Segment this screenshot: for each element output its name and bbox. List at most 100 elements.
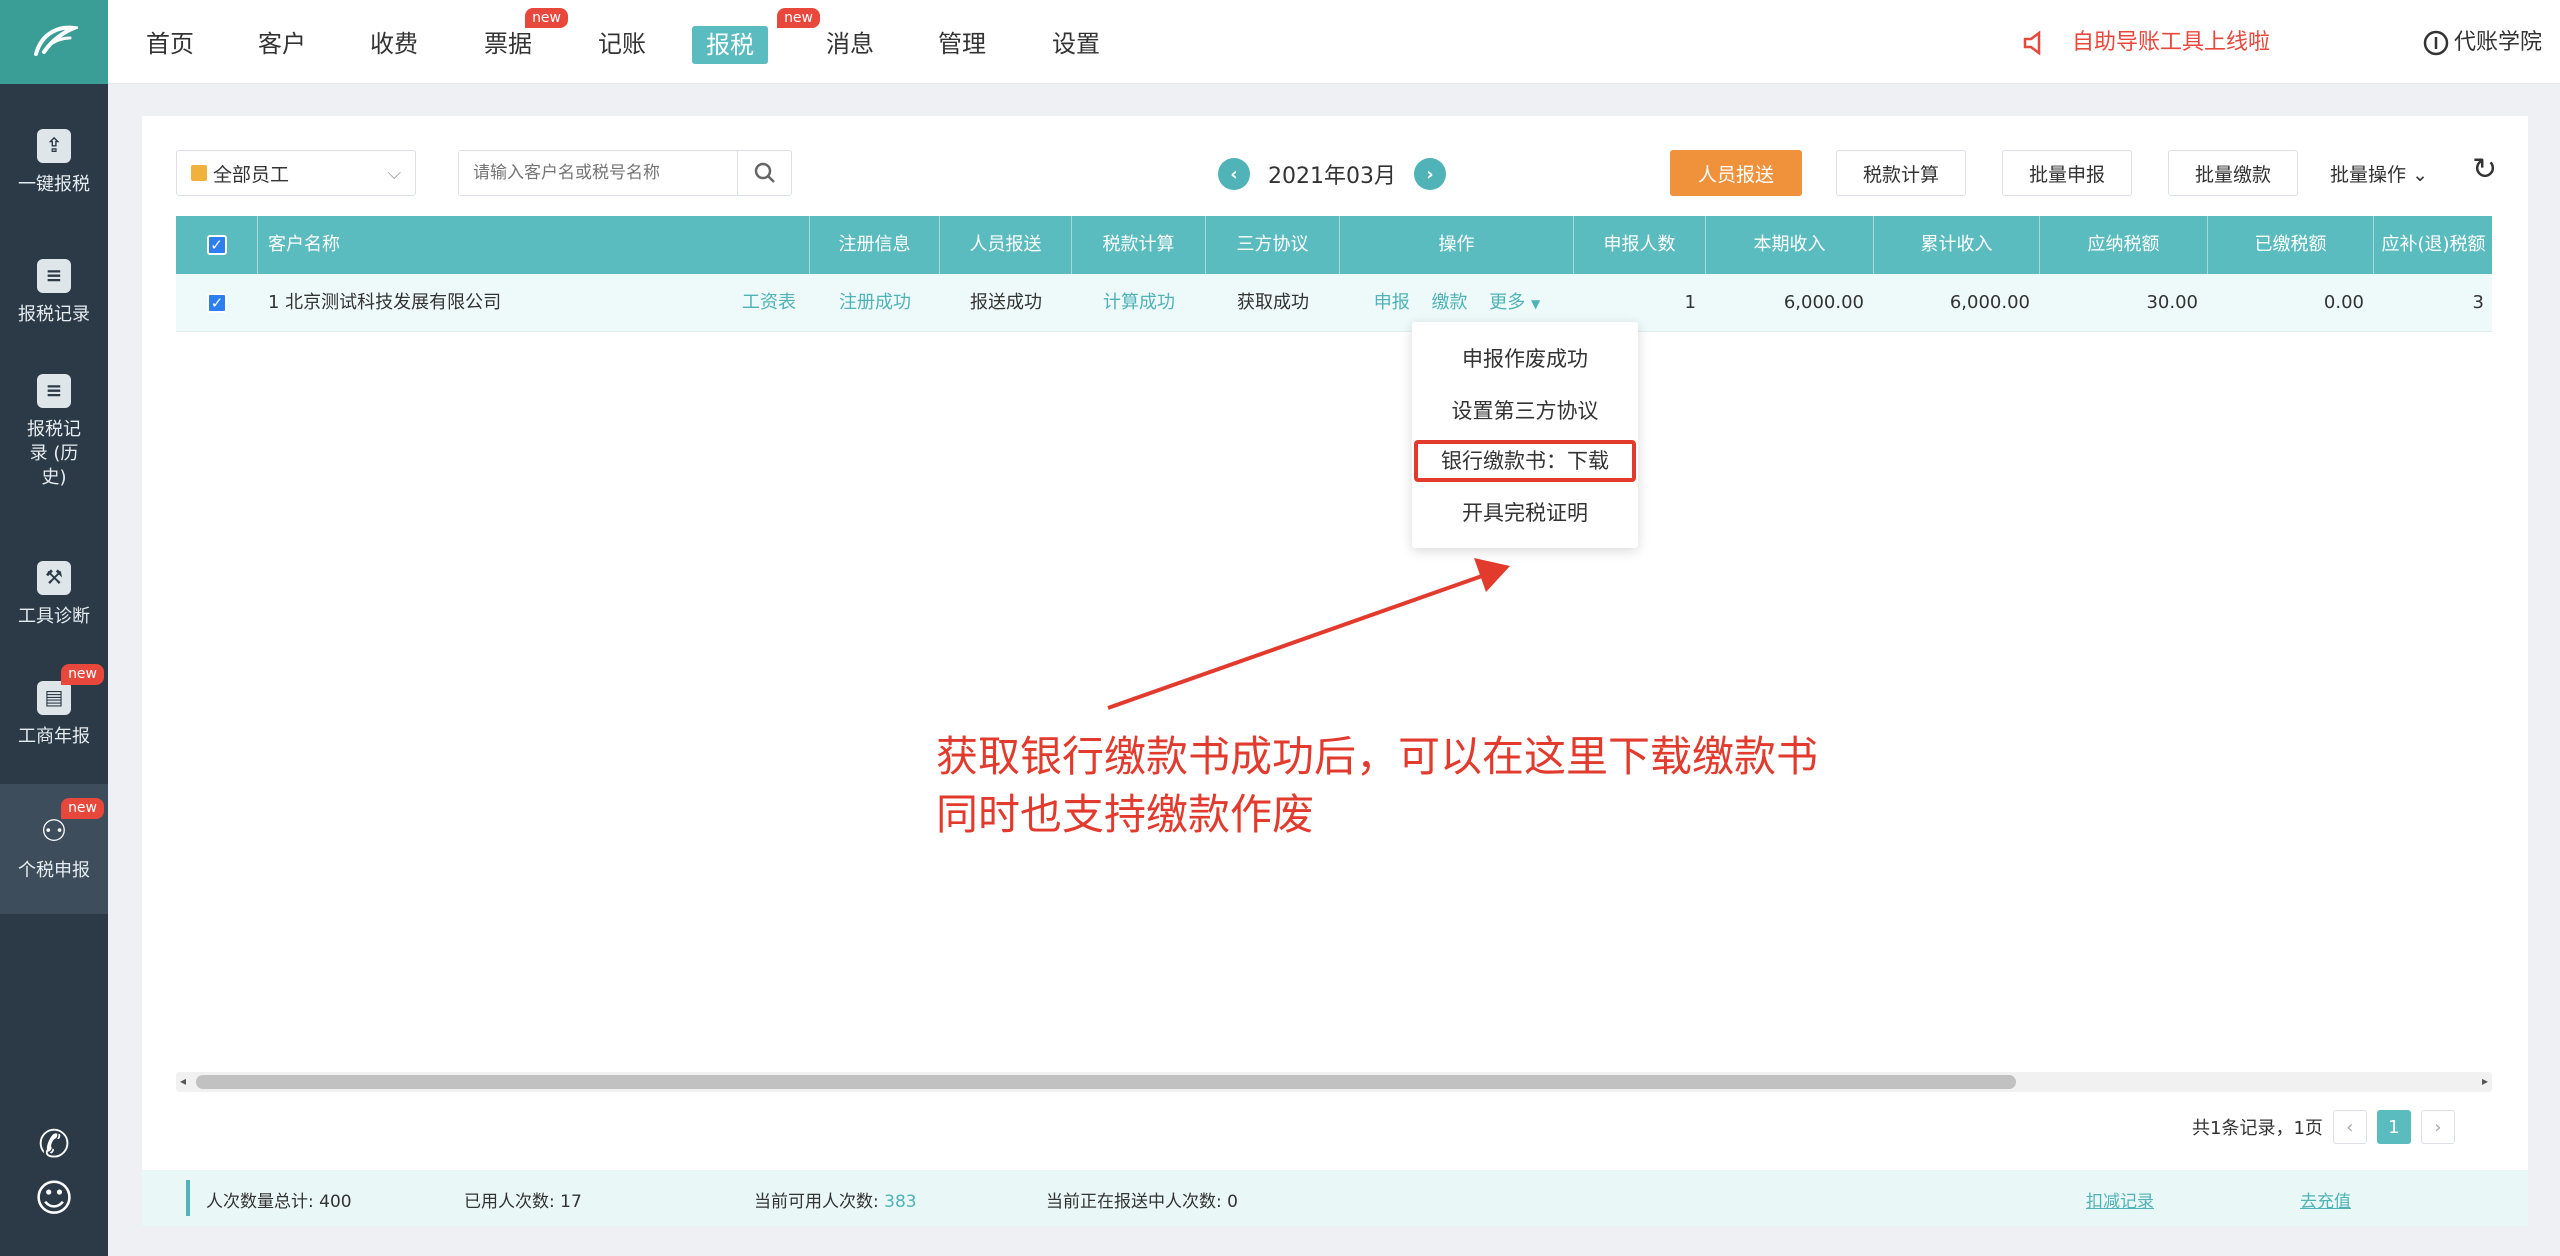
declare-link[interactable]: 申报 (1374, 292, 1410, 313)
nav-management[interactable]: 管理 (932, 28, 992, 60)
sidebar-item-annual-report[interactable]: new ▤ 工商年报 (0, 650, 108, 780)
scrollbar-thumb[interactable] (196, 1075, 2016, 1089)
pagination: 共1条记录，1页 ‹ 1 › (2192, 1110, 2455, 1144)
menu-item-set-tripartite[interactable]: 设置第三方协议 (1412, 386, 1638, 436)
nav-settings[interactable]: 设置 (1046, 28, 1106, 60)
phone-icon[interactable]: ✆ (0, 1122, 108, 1166)
table-row: ✓ 1 北京测试科技发展有限公司 工资表 注册成功 报送成功 计算成功 获取成功… (176, 274, 2492, 332)
page-number[interactable]: 1 (2376, 1110, 2411, 1144)
header-declare-count: 申报人数 (1574, 216, 1706, 274)
annual-report-icon: ▤ (37, 680, 71, 715)
scroll-left-icon[interactable]: ◂ (180, 1074, 186, 1088)
cell-customer: 1 北京测试科技发展有限公司 工资表 (258, 274, 810, 331)
row-checkbox[interactable]: ✓ (176, 274, 258, 331)
header-actions: 操作 (1340, 216, 1574, 274)
sidebar-item-one-click-tax[interactable]: ⇪ 一键报税 (0, 98, 108, 228)
tool-release-notice[interactable]: 自助导账工具上线啦 (2020, 26, 2270, 60)
chevron-down-icon: ⌄ (2412, 164, 2428, 186)
new-badge: new (61, 798, 104, 819)
employee-select[interactable]: 全部员工 ⌵ (176, 150, 416, 196)
leaf-logo-icon (34, 25, 78, 56)
prev-month-button[interactable]: ‹ (1218, 158, 1250, 190)
new-badge: new (777, 8, 820, 28)
footer-accent-bar (186, 1180, 190, 1216)
batch-declare-button[interactable]: 批量申报 (2002, 150, 2132, 196)
personnel-report-button[interactable]: 人员报送 (1670, 150, 1802, 196)
nav-tax[interactable]: 报税 new (692, 8, 820, 64)
chevron-down-icon: ⌵ (387, 162, 401, 184)
cell-tripartite: 获取成功 (1237, 292, 1309, 313)
next-page-button[interactable]: › (2420, 1110, 2455, 1144)
upload-icon: ⇪ (37, 128, 71, 163)
app-logo[interactable] (0, 0, 108, 84)
search-icon (754, 162, 775, 183)
speaker-icon (2023, 30, 2041, 56)
nav-charges[interactable]: 收费 (364, 28, 424, 60)
next-month-button[interactable]: › (1413, 158, 1446, 190)
salary-table-link[interactable]: 工资表 (742, 274, 796, 331)
nav-invoices[interactable]: 票据 new (478, 8, 568, 60)
used-count: 已用人次数: 17 (464, 1192, 582, 1212)
personal-tax-icon: ⚇ (40, 813, 68, 849)
new-badge: new (525, 8, 568, 28)
checkbox-icon: ✓ (207, 293, 227, 313)
sidebar-item-tax-records-history[interactable]: ≡ 报税记录 (历史) (0, 362, 108, 502)
sidebar-item-tool-diagnosis[interactable]: ⚒ 工具诊断 (0, 530, 108, 660)
sidebar-item-label: 报税记录 (18, 303, 90, 325)
search-input[interactable] (459, 151, 737, 195)
header-tax-calc: 税款计算 (1072, 216, 1206, 274)
scroll-right-icon[interactable]: ▸ (2482, 1074, 2488, 1088)
nav-customers[interactable]: 客户 (252, 28, 312, 60)
more-dropdown-trigger[interactable]: 更多 ▼ (1489, 292, 1540, 313)
header-tripartite: 三方协议 (1206, 216, 1340, 274)
sidebar-item-personal-tax[interactable]: new ⚇ 个税申报 (0, 784, 108, 914)
horizontal-scrollbar[interactable]: ◂ ▸ (176, 1072, 2492, 1092)
cell-tax-calc[interactable]: 计算成功 (1072, 274, 1206, 331)
header-tax-refund: 应补(退)税额 (2374, 216, 2492, 274)
table-header: ✓ 客户名称 注册信息 人员报送 税款计算 三方协议 操作 申报人数 本期收入 … (176, 216, 2492, 274)
nav-bookkeeping[interactable]: 记账 (592, 28, 652, 60)
academy-link[interactable]: 代账学院 (2422, 26, 2542, 60)
sidebar: ⇪ 一键报税 ≡ 报税记录 ≡ 报税记录 (历史) ⚒ 工具诊断 new ▤ 工… (0, 0, 108, 1256)
available-count: 当前可用人次数: 383 (754, 1192, 917, 1212)
cell-register[interactable]: 注册成功 (810, 274, 940, 331)
tool-icon: ⚒ (37, 560, 71, 595)
batch-operations-dropdown[interactable]: 批量操作 ⌄ (2330, 160, 2428, 187)
checkbox-icon: ✓ (206, 235, 227, 255)
recharge-link[interactable]: 去充值 (2300, 1187, 2351, 1212)
prev-page-button[interactable]: ‹ (2332, 1110, 2367, 1144)
cell-income: 6,000.00 (1783, 292, 1864, 313)
search-button[interactable] (737, 151, 791, 195)
header-register: 注册信息 (810, 216, 940, 274)
header-customer: 客户名称 (258, 216, 810, 274)
sidebar-item-label: 工具诊断 (18, 605, 90, 627)
batch-deduct-button[interactable]: 批量缴款 (2168, 150, 2298, 196)
menu-item-void-declare[interactable]: 申报作废成功 (1412, 334, 1638, 384)
select-all-checkbox[interactable]: ✓ (176, 216, 258, 274)
pagination-summary: 共1条记录，1页 (2192, 1118, 2323, 1139)
nav-messages[interactable]: 消息 (820, 28, 880, 60)
cell-tax-paid: 0.00 (2323, 292, 2364, 313)
customer-service-icon[interactable]: ☺ (0, 1176, 108, 1220)
refresh-icon[interactable]: ↻ (2472, 152, 2497, 187)
annotation-arrow (1107, 558, 1510, 710)
header-personnel: 人员报送 (940, 216, 1072, 274)
main-panel: 全部员工 ⌵ ‹ 2021年03月 › 人员报送 税款计算 批量申报 批量缴款 … (142, 116, 2528, 1226)
header-cumulative-income: 累计收入 (1874, 216, 2040, 274)
cell-cumulative-income: 6,000.00 (1949, 292, 2030, 313)
nav-home[interactable]: 首页 (140, 28, 200, 60)
month-navigator: ‹ 2021年03月 › (1218, 158, 1446, 190)
header-tax-payable: 应纳税额 (2040, 216, 2208, 274)
record-icon: ≡ (37, 258, 71, 293)
sidebar-item-tax-records[interactable]: ≡ 报税记录 (0, 228, 108, 358)
header-income: 本期收入 (1706, 216, 1874, 274)
pay-link[interactable]: 缴款 (1432, 292, 1468, 313)
total-count: 人次数量总计: 400 (206, 1192, 352, 1212)
customer-search[interactable] (458, 150, 792, 196)
deduction-records-link[interactable]: 扣减记录 (2086, 1187, 2154, 1212)
top-navbar: 首页 客户 收费 票据 new 记账 报税 new 消息 管理 设置 自助导账工… (108, 0, 2560, 84)
annotation-text: 获取银行缴款书成功后，可以在这里下载缴款书 同时也支持缴款作废 (936, 732, 1819, 839)
current-month: 2021年03月 (1268, 164, 1396, 189)
sidebar-item-label: 个税申报 (18, 859, 90, 881)
tax-calc-button[interactable]: 税款计算 (1836, 150, 1966, 196)
